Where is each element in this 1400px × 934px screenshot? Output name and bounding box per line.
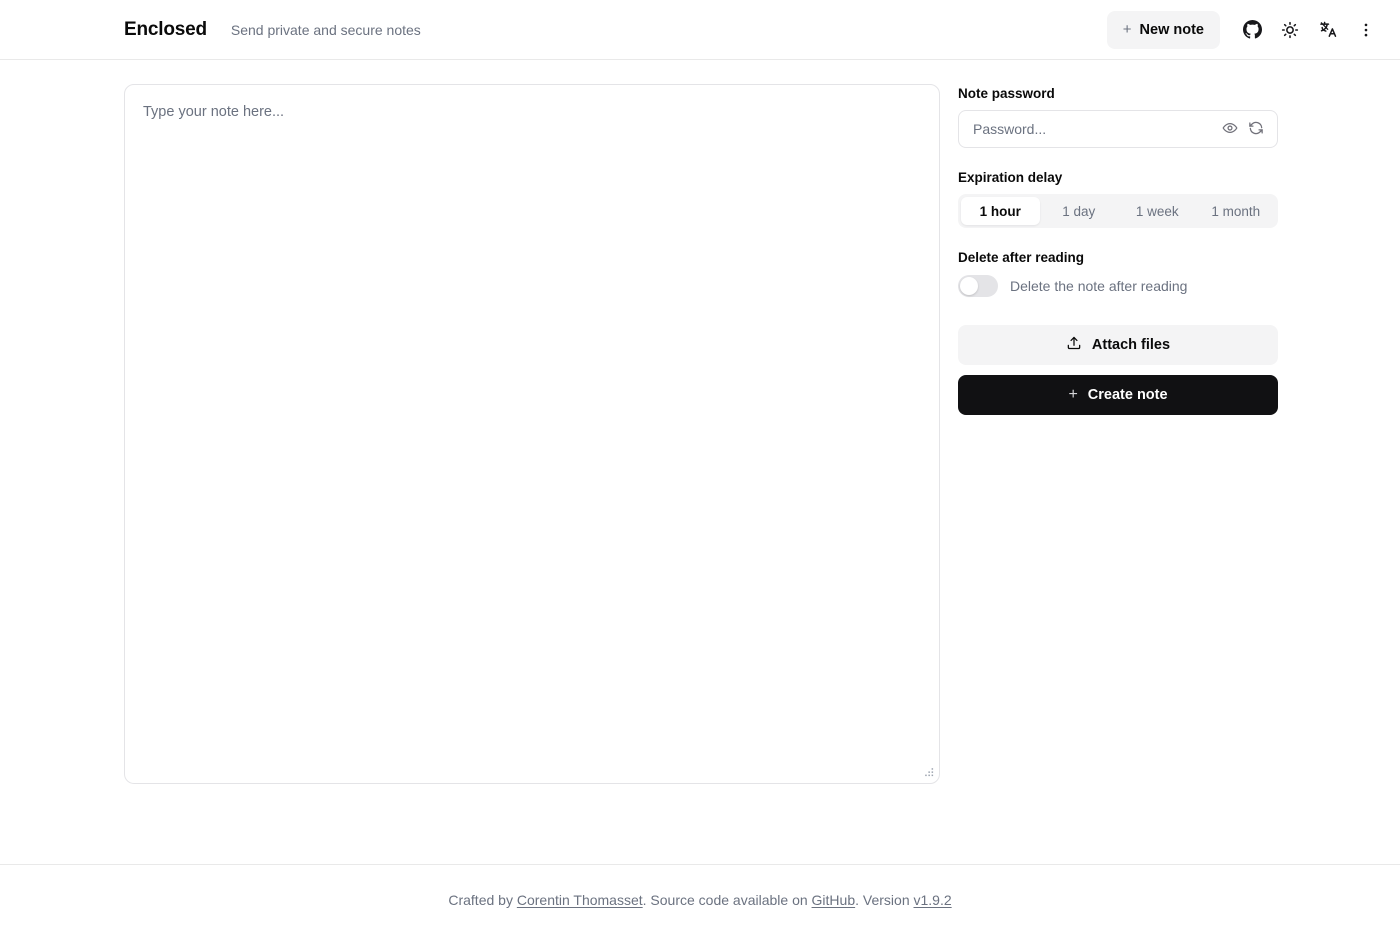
sun-icon bbox=[1281, 21, 1299, 39]
footer-middle: . Source code available on bbox=[642, 891, 812, 908]
footer-prefix: Crafted by bbox=[448, 891, 517, 908]
toggle-password-visibility-button[interactable] bbox=[1217, 116, 1243, 142]
new-note-label: New note bbox=[1139, 21, 1204, 38]
textarea-resize-handle[interactable] bbox=[921, 765, 935, 779]
app-root: Enclosed Send private and secure notes +… bbox=[0, 0, 1400, 934]
app-tagline: Send private and secure notes bbox=[230, 21, 421, 38]
attach-files-button[interactable]: Attach files bbox=[958, 324, 1278, 365]
delete-after-reading-label: Delete after reading bbox=[958, 250, 1085, 266]
password-field-wrapper bbox=[958, 110, 1278, 149]
attach-files-label: Attach files bbox=[1091, 336, 1171, 353]
github-icon bbox=[1242, 20, 1262, 39]
toggle-knob bbox=[960, 276, 978, 295]
note-options-panel: Note password Password... Expiration del… bbox=[958, 84, 1278, 415]
github-link-button[interactable] bbox=[1234, 12, 1270, 48]
plus-icon: + bbox=[1068, 385, 1078, 403]
author-link[interactable]: Corentin Thomasset bbox=[517, 892, 643, 908]
app-header: Enclosed Send private and secure notes +… bbox=[0, 0, 1400, 60]
expiration-field-label: Expiration delay bbox=[958, 170, 1063, 186]
app-title: Enclosed bbox=[124, 18, 207, 40]
expiration-option-1-day[interactable]: 1 day bbox=[1040, 197, 1119, 225]
refresh-icon bbox=[1248, 120, 1264, 139]
kebab-menu-icon bbox=[1357, 21, 1375, 39]
footer-version-prefix: . Version bbox=[855, 891, 914, 908]
delete-after-reading-row: Delete the note after reading bbox=[958, 274, 1278, 297]
new-note-button[interactable]: + New note bbox=[1106, 10, 1220, 49]
upload-icon bbox=[1066, 335, 1082, 355]
plus-icon: + bbox=[1122, 21, 1132, 38]
language-switch-button[interactable] bbox=[1310, 12, 1346, 48]
delete-after-reading-toggle[interactable] bbox=[958, 274, 998, 297]
note-textarea[interactable] bbox=[124, 84, 940, 784]
eye-icon bbox=[1222, 120, 1238, 139]
theme-toggle-button[interactable] bbox=[1272, 12, 1308, 48]
translate-icon bbox=[1319, 20, 1338, 39]
github-source-link[interactable]: GitHub bbox=[812, 892, 856, 908]
main-content: Note password bbox=[0, 60, 1400, 864]
expiration-delay-tabs: 1 hour 1 day 1 week 1 month bbox=[958, 194, 1278, 229]
more-menu-button[interactable] bbox=[1348, 12, 1384, 48]
create-note-button[interactable]: + Create note bbox=[958, 374, 1278, 415]
create-note-label: Create note bbox=[1087, 386, 1168, 403]
header-actions: + New note bbox=[1106, 10, 1384, 49]
version-link[interactable]: v1.9.2 bbox=[914, 892, 952, 908]
note-editor-area bbox=[124, 84, 940, 784]
expiration-option-1-month[interactable]: 1 month bbox=[1197, 197, 1276, 225]
brand: Enclosed Send private and secure notes bbox=[124, 19, 421, 41]
expiration-option-1-hour[interactable]: 1 hour bbox=[961, 197, 1040, 226]
password-input[interactable] bbox=[973, 111, 1217, 148]
regenerate-password-button[interactable] bbox=[1243, 116, 1269, 142]
expiration-option-1-week[interactable]: 1 week bbox=[1118, 197, 1197, 225]
site-footer: Crafted by Corentin Thomasset. Source co… bbox=[0, 864, 1400, 934]
password-field-label: Note password bbox=[958, 86, 1055, 101]
delete-toggle-description: Delete the note after reading bbox=[1010, 277, 1188, 294]
